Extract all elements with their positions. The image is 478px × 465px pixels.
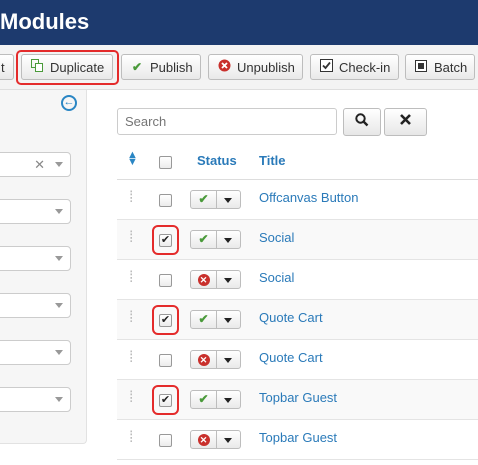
drag-handle-icon[interactable]: ⁞ xyxy=(129,270,135,286)
filter-select-5[interactable] xyxy=(0,340,71,365)
status-toggle[interactable]: ✕ xyxy=(190,430,241,449)
batch-icon xyxy=(414,59,428,75)
status-toggle[interactable]: ✔ xyxy=(190,190,241,209)
chevron-down-icon xyxy=(55,256,63,261)
batch-label: Batch xyxy=(434,59,468,75)
close-icon xyxy=(399,113,412,131)
drag-handle-icon[interactable]: ⁞ xyxy=(129,350,135,366)
checkin-button[interactable]: Check-in xyxy=(310,54,399,80)
checkbox-highlight xyxy=(152,225,179,255)
batch-button[interactable]: Batch xyxy=(405,54,475,80)
duplicate-highlight xyxy=(16,50,119,85)
status-toggle[interactable]: ✔ xyxy=(190,230,241,249)
row-checkbox[interactable] xyxy=(159,434,172,447)
published-icon: ✔ xyxy=(191,231,217,248)
published-icon: ✔ xyxy=(191,191,217,208)
module-title-link[interactable]: Topbar Guest xyxy=(259,390,337,405)
filter-select-6[interactable] xyxy=(0,387,71,412)
drag-handle-icon[interactable]: ⁞ xyxy=(129,190,135,206)
chevron-down-icon xyxy=(224,318,232,323)
row-checkbox[interactable] xyxy=(159,354,172,367)
drag-handle-icon[interactable]: ⁞ xyxy=(129,230,135,246)
module-title-link[interactable]: Quote Cart xyxy=(259,310,323,325)
publish-label: Publish xyxy=(150,59,193,75)
module-title-link[interactable]: Topbar Guest xyxy=(259,430,337,445)
table-header: ▲ ▼ Status Title xyxy=(117,140,478,180)
filter-select-3[interactable] xyxy=(0,246,71,271)
check-icon: ✔ xyxy=(131,60,143,74)
search-input[interactable] xyxy=(117,108,337,135)
row-checkbox[interactable] xyxy=(159,274,172,287)
sort-icon[interactable]: ▲ ▼ xyxy=(127,150,138,168)
drag-handle-icon[interactable]: ⁞ xyxy=(129,310,135,326)
module-title-link[interactable]: Social xyxy=(259,230,294,245)
chevron-down-icon xyxy=(224,438,232,443)
clear-search-button[interactable] xyxy=(384,108,427,136)
status-toggle[interactable]: ✕ xyxy=(190,270,241,289)
partial-toolbar-button[interactable]: t xyxy=(0,54,14,80)
chevron-down-icon xyxy=(55,397,63,402)
chevron-down-icon xyxy=(224,358,232,363)
filter-select-2[interactable] xyxy=(0,199,71,224)
chevron-down-icon xyxy=(55,162,63,167)
search-button[interactable] xyxy=(343,108,381,136)
filter-select-4[interactable] xyxy=(0,293,71,318)
chevron-down-icon xyxy=(224,278,232,283)
clear-icon[interactable]: ✕ xyxy=(34,157,45,173)
checkbox-icon xyxy=(319,59,333,75)
title-column-header[interactable]: Title xyxy=(259,153,286,168)
unpublish-label: Unpublish xyxy=(237,59,295,75)
table-row[interactable]: ⁞ ✕ Topbar Guest xyxy=(117,420,478,460)
search-icon xyxy=(355,112,369,132)
status-toggle[interactable]: ✔ xyxy=(190,310,241,329)
publish-button[interactable]: ✔ Publish xyxy=(121,54,201,80)
sidebar-collapse-icon[interactable]: ← xyxy=(61,95,77,111)
checkin-label: Check-in xyxy=(339,59,391,75)
published-icon: ✔ xyxy=(191,311,217,328)
status-toggle[interactable]: ✔ xyxy=(190,390,241,409)
checkbox-highlight xyxy=(152,385,179,415)
unpublished-icon: ✕ xyxy=(191,351,217,368)
unpublished-icon: ✕ xyxy=(191,271,217,288)
status-column-header[interactable]: Status xyxy=(197,153,237,168)
module-title-link[interactable]: Offcanvas Button xyxy=(259,190,359,205)
checkbox-highlight xyxy=(152,305,179,335)
filter-select-1[interactable]: ✕ xyxy=(0,152,71,177)
table-row[interactable]: ⁞ ✕ Quote Cart xyxy=(117,340,478,380)
table-row[interactable]: ⁞ ✕ Social xyxy=(117,260,478,300)
unpublish-icon xyxy=(217,59,231,75)
page-title: Modules xyxy=(0,9,90,34)
page-header: Modules xyxy=(0,0,478,45)
drag-handle-icon[interactable]: ⁞ xyxy=(129,430,135,446)
chevron-down-icon xyxy=(224,238,232,243)
module-title-link[interactable]: Social xyxy=(259,270,294,285)
module-title-link[interactable]: Quote Cart xyxy=(259,350,323,365)
drag-handle-icon[interactable]: ⁞ xyxy=(129,390,135,406)
chevron-down-icon xyxy=(55,303,63,308)
partial-button-label: t xyxy=(1,59,5,75)
chevron-down-icon xyxy=(224,398,232,403)
unpublished-icon: ✕ xyxy=(191,431,217,448)
chevron-down-icon xyxy=(55,209,63,214)
chevron-down-icon xyxy=(224,198,232,203)
select-all-checkbox[interactable] xyxy=(159,156,172,169)
table-row[interactable]: ⁞ ✔ Offcanvas Button xyxy=(117,180,478,220)
published-icon: ✔ xyxy=(191,391,217,408)
chevron-down-icon xyxy=(55,350,63,355)
status-toggle[interactable]: ✕ xyxy=(190,350,241,369)
unpublish-button[interactable]: Unpublish xyxy=(208,54,303,80)
row-checkbox[interactable] xyxy=(159,194,172,207)
